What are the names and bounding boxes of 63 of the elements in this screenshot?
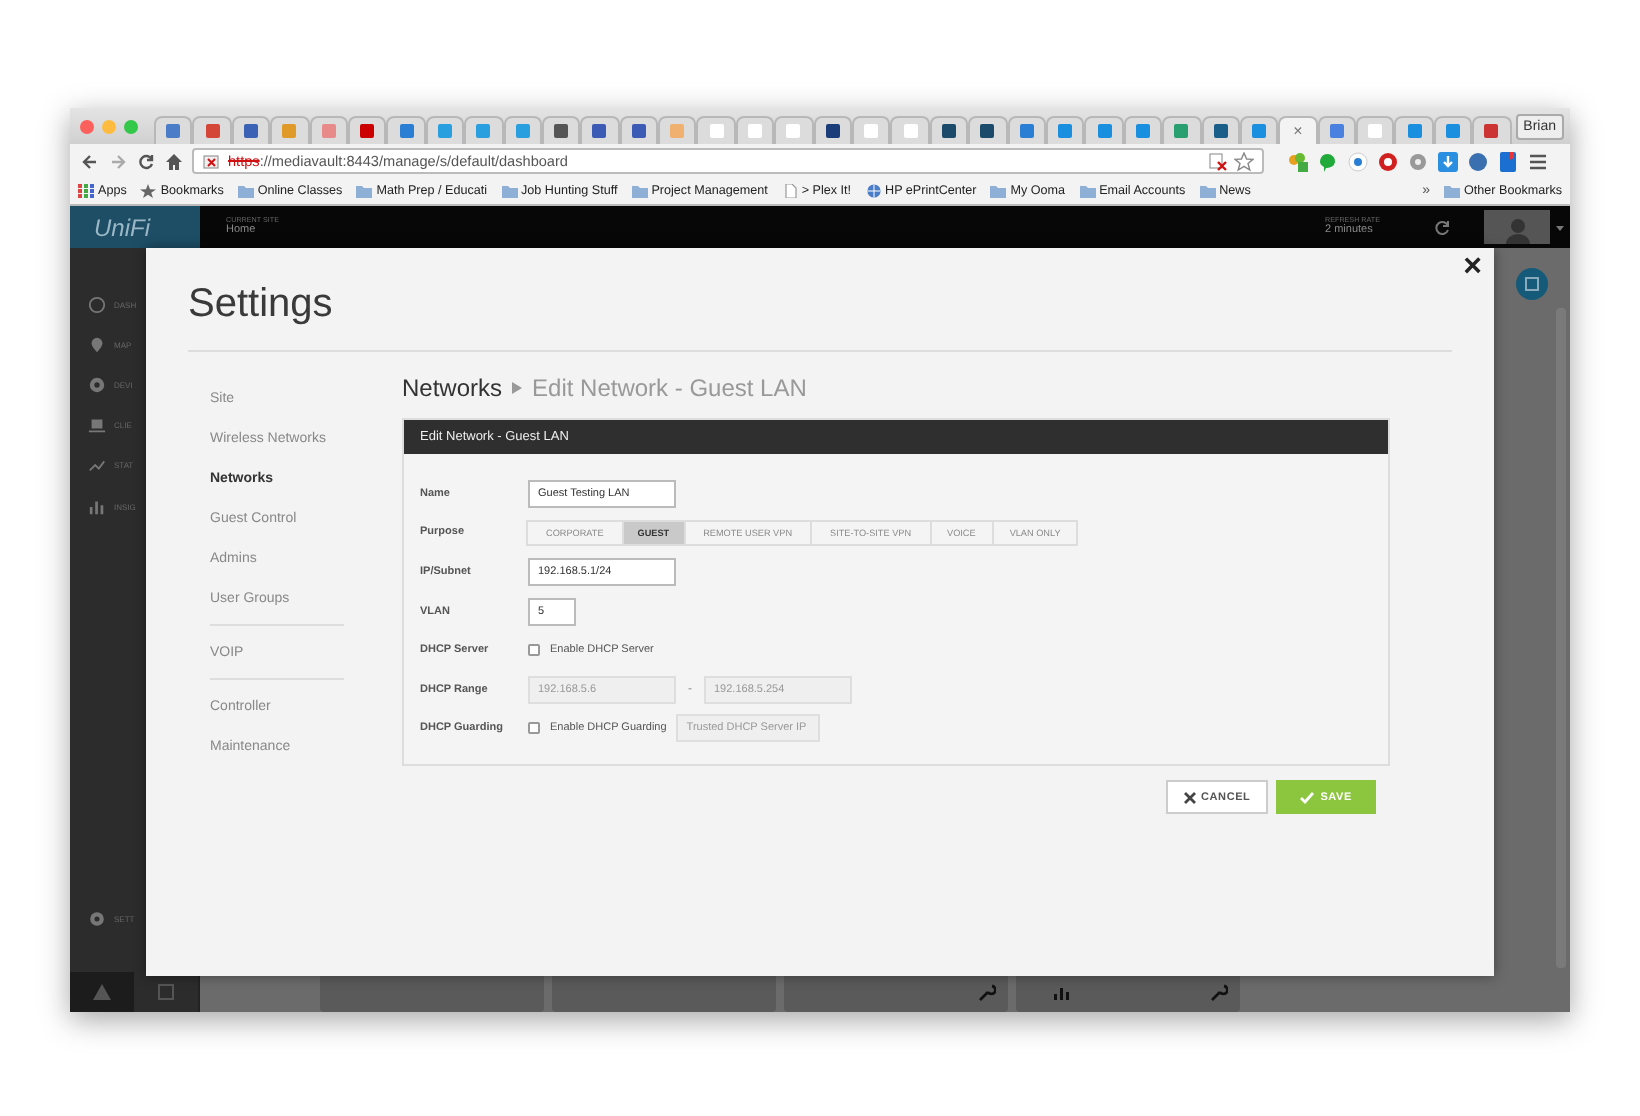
dots-icon[interactable] xyxy=(1288,151,1308,171)
folder-icon xyxy=(990,184,1007,198)
disc-icon xyxy=(88,375,106,394)
star-icon[interactable] xyxy=(1234,151,1254,171)
folder-icon xyxy=(1199,184,1216,198)
browser-tab[interactable] xyxy=(541,116,581,144)
page-warning-icon xyxy=(1208,151,1228,171)
calendar-icon[interactable] xyxy=(156,982,176,1002)
folder-icon xyxy=(237,184,254,198)
forward-icon[interactable] xyxy=(108,151,128,171)
menu-icon[interactable] xyxy=(1528,151,1548,171)
browser-tab[interactable] xyxy=(347,116,387,144)
wrench-icon[interactable] xyxy=(976,982,996,1002)
download-icon[interactable] xyxy=(1438,151,1458,171)
gear-icon xyxy=(88,910,106,929)
back-icon[interactable] xyxy=(80,151,100,171)
laptop-icon xyxy=(88,416,106,435)
browser-tab[interactable]: × xyxy=(1278,116,1318,144)
gauge-icon xyxy=(88,295,106,314)
checkbox[interactable] xyxy=(528,644,540,657)
home-icon[interactable] xyxy=(164,151,184,171)
warning-icon[interactable] xyxy=(92,982,112,1002)
phone-icon[interactable] xyxy=(1348,151,1368,171)
chevron-icon xyxy=(512,382,523,394)
star-icon xyxy=(140,184,157,198)
gear-icon[interactable] xyxy=(1408,151,1428,171)
reload-icon[interactable] xyxy=(136,151,156,171)
folder-icon xyxy=(1079,184,1096,198)
stop-icon[interactable] xyxy=(1378,151,1398,171)
apps-icon xyxy=(78,184,94,198)
page-icon xyxy=(781,184,798,198)
browser-tab[interactable] xyxy=(192,116,232,144)
folder-icon xyxy=(631,184,648,198)
pin-icon xyxy=(88,335,106,354)
folder-icon xyxy=(356,184,373,198)
browser-tab[interactable] xyxy=(968,116,1008,144)
browser-tab[interactable] xyxy=(929,116,969,144)
check-icon xyxy=(1300,791,1315,804)
close-icon xyxy=(1183,791,1195,804)
browser-tab[interactable] xyxy=(231,116,271,144)
browser-tab[interactable] xyxy=(1201,116,1240,144)
browser-tab[interactable] xyxy=(813,116,853,144)
bar-chart-icon xyxy=(88,497,106,516)
close-icon[interactable]: × xyxy=(1463,252,1482,284)
breadcrumb-current: Edit Network - Guest LAN xyxy=(532,374,807,402)
tab-close-icon[interactable]: × xyxy=(1293,123,1303,139)
browser-tab[interactable] xyxy=(619,116,659,144)
folder-icon xyxy=(501,184,518,198)
bookmark-icon[interactable] xyxy=(1498,151,1518,171)
calendar-badge-icon[interactable] xyxy=(1516,268,1548,300)
globe-icon xyxy=(865,184,882,198)
wrench-icon[interactable] xyxy=(1208,982,1228,1002)
refresh-icon[interactable] xyxy=(1432,217,1452,237)
line-chart-icon xyxy=(88,456,106,475)
folder-icon xyxy=(1444,184,1460,198)
browser-tab[interactable] xyxy=(1472,116,1512,144)
bar-chart-icon xyxy=(1052,982,1072,1002)
dialog-title: Settings xyxy=(188,280,335,330)
logo: UniFi xyxy=(70,206,200,248)
breadcrumb-link[interactable]: Networks xyxy=(402,374,503,402)
speech-bubble-icon[interactable] xyxy=(1318,151,1338,171)
globe-icon[interactable] xyxy=(1468,151,1488,171)
browser-tab[interactable] xyxy=(580,116,620,144)
